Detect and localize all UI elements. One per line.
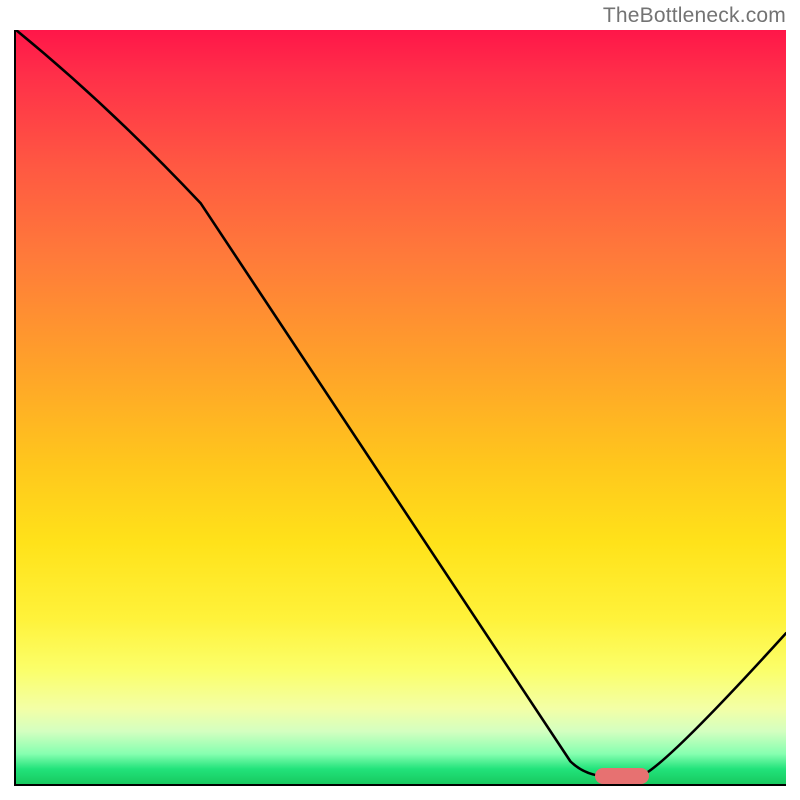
watermark-text: TheBottleneck.com bbox=[603, 4, 786, 28]
bottleneck-curve bbox=[16, 30, 786, 784]
plot-area bbox=[14, 30, 786, 786]
optimal-marker bbox=[595, 768, 649, 784]
